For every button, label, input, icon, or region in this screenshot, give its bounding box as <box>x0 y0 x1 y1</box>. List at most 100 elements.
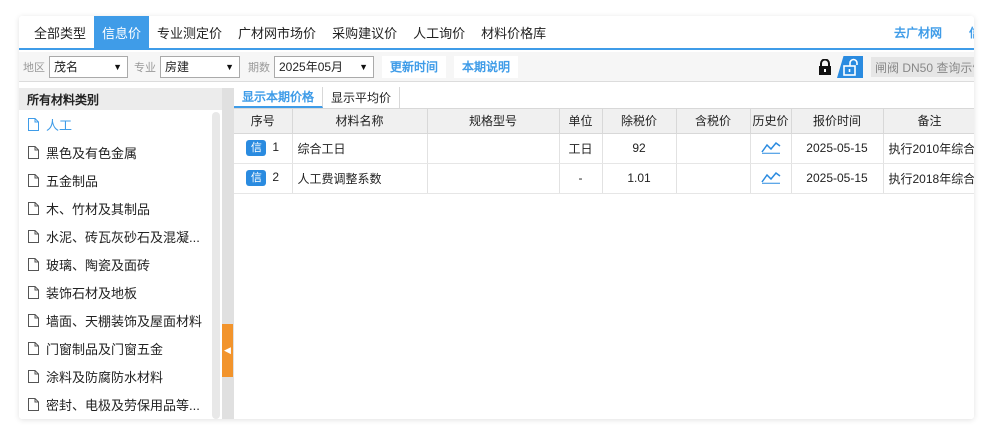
main-panel: 显示本期价格 显示平均价 序号 材料名称 规格型号 单位 除税价 含税价 历史价 报价时间 备注… <box>234 87 974 419</box>
collapse-handle[interactable]: ◀ <box>222 324 233 377</box>
sidebar-item[interactable]: 水泥、砖瓦灰砂石及混凝... <box>19 222 222 250</box>
sidebar-item-label: 密封、电极及劳保用品等... <box>46 397 200 413</box>
period-notes-button[interactable]: 本期说明 <box>454 55 519 78</box>
tab-info-price[interactable]: 信息价 <box>94 16 150 48</box>
document-icon <box>28 341 39 355</box>
sidebar-item-label: 水泥、砖瓦灰砂石及混凝... <box>46 229 200 245</box>
remark-cell: 执行2010年综合定额 <box>883 133 974 164</box>
column-header[interactable]: 备注 <box>883 109 974 134</box>
trend-chart-icon[interactable] <box>760 140 781 154</box>
document-icon <box>28 369 39 383</box>
major-select[interactable]: 房建 ▼ <box>160 55 240 78</box>
category-list: 人工黑色及有色金属五金制品木、竹材及其制品水泥、砖瓦灰砂石及混凝... 玻璃、陶瓷… <box>19 110 222 418</box>
spec-cell <box>427 163 560 194</box>
column-header[interactable]: 含税价 <box>676 109 751 134</box>
price-ex-tax-cell: 1.01 <box>602 163 677 194</box>
document-icon <box>28 257 39 271</box>
top-nav: 全部类型 信息价 专业测定价 广材网市场价 采购建议价 人工询价 材料价格库 去… <box>19 16 974 50</box>
sidebar-item[interactable]: 装饰石材及地板 <box>19 278 222 306</box>
sidebar-item-label: 木、竹材及其制品 <box>46 201 151 217</box>
period-select[interactable]: 2025年05月 ▼ <box>274 55 374 78</box>
chevron-down-icon: ▼ <box>113 61 122 72</box>
filter-bar: 地区 茂名 ▼ 专业 房建 ▼ 期数 2025年05月 ▼ 更新时间 本期说明 <box>19 52 974 82</box>
column-header[interactable]: 规格型号 <box>427 109 560 134</box>
unit-cell: - <box>559 163 603 194</box>
nav-more-link[interactable]: 信 <box>969 16 974 48</box>
price-table: 序号 材料名称 规格型号 单位 除税价 含税价 历史价 报价时间 备注 信 1 综合工日 工日 92 20… <box>234 109 974 194</box>
sidebar-item[interactable]: 五金制品 <box>19 166 222 194</box>
material-name-cell: 综合工日 <box>292 133 428 164</box>
sidebar-item-label: 装饰石材及地板 <box>46 285 138 301</box>
sidebar-item[interactable]: 密封、电极及劳保用品等... <box>19 390 222 418</box>
major-value: 房建 <box>165 60 190 74</box>
tab-labor-inquiry[interactable]: 人工询价 <box>405 16 473 48</box>
sidebar-item-label: 涂料及防腐防水材料 <box>46 369 164 385</box>
update-time-button[interactable]: 更新时间 <box>382 55 447 78</box>
sidebar-item[interactable]: 人工 <box>19 110 222 138</box>
column-header[interactable]: 材料名称 <box>292 109 428 134</box>
price-subtabs: 显示本期价格 显示平均价 <box>234 87 974 109</box>
document-icon <box>28 285 39 299</box>
sidebar-item-label: 黑色及有色金属 <box>46 145 138 161</box>
column-header[interactable]: 报价时间 <box>791 109 884 134</box>
tab-market-price[interactable]: 广材网市场价 <box>230 16 324 48</box>
table-row[interactable]: 信1综合工日 工日92 2025-05-15执行2010年综合定额 <box>234 133 974 164</box>
column-header[interactable]: 除税价 <box>602 109 677 134</box>
document-icon <box>28 229 39 243</box>
region-value: 茂名 <box>54 60 79 74</box>
sidebar-item[interactable]: 木、竹材及其制品 <box>19 194 222 222</box>
row-number-cell: 信2 <box>234 163 293 194</box>
history-price-cell[interactable] <box>750 133 792 164</box>
row-number-cell: 信1 <box>234 133 293 164</box>
chevron-left-icon: ◀ <box>224 345 231 355</box>
sidebar-header: 所有材料类别 <box>19 88 222 110</box>
price-in-tax-cell <box>676 133 751 164</box>
sidebar-item-label: 门窗制品及门窗五金 <box>46 341 164 357</box>
tab-professional-price[interactable]: 专业测定价 <box>149 16 230 48</box>
document-icon <box>28 145 39 159</box>
sidebar-item-label: 玻璃、陶瓷及面砖 <box>46 257 151 273</box>
lock-icon[interactable] <box>814 56 836 78</box>
sidebar-item[interactable]: 玻璃、陶瓷及面砖 <box>19 250 222 278</box>
column-header[interactable]: 历史价 <box>750 109 792 134</box>
unlock-icon[interactable] <box>837 56 863 78</box>
document-icon <box>28 201 39 215</box>
table-row[interactable]: 信2人工费调整系数-1.012025-05-15执行2018年综合定额 <box>234 163 974 194</box>
price-in-tax-cell <box>676 163 751 194</box>
major-label: 专业 <box>134 61 156 74</box>
column-header[interactable]: 序号 <box>234 109 293 134</box>
table-header: 序号 材料名称 规格型号 单位 除税价 含税价 历史价 报价时间 备注 <box>234 109 974 134</box>
document-icon <box>28 397 39 411</box>
material-name-cell: 人工费调整系数 <box>292 163 428 194</box>
tab-average-price[interactable]: 显示平均价 <box>323 87 401 108</box>
info-badge: 信 <box>246 140 267 156</box>
row-number: 2 <box>272 170 280 185</box>
tab-material-library[interactable]: 材料价格库 <box>473 16 554 48</box>
trend-chart-icon[interactable] <box>760 170 781 184</box>
quote-date-cell: 2025-05-15 <box>791 133 884 164</box>
go-guangcai-link[interactable]: 去广材网 <box>894 16 942 48</box>
price-ex-tax-cell: 92 <box>602 133 677 164</box>
sidebar-item-label: 人工 <box>46 117 73 133</box>
sidebar-item[interactable]: 黑色及有色金属 <box>19 138 222 166</box>
sidebar-item[interactable]: 涂料及防腐防水材料 <box>19 362 222 390</box>
tab-purchase-suggestion[interactable]: 采购建议价 <box>324 16 405 48</box>
column-header[interactable]: 单位 <box>559 109 603 134</box>
category-sidebar: 所有材料类别 人工黑色及有色金属五金制品木、竹材及其制品水泥、砖瓦灰砂石及混凝.… <box>19 88 222 419</box>
sidebar-item-label: 墙面、天棚装饰及屋面材料 <box>46 313 203 329</box>
sidebar-scrollbar[interactable] <box>212 112 220 419</box>
tab-current-price[interactable]: 显示本期价格 <box>234 87 324 108</box>
unit-cell: 工日 <box>559 133 603 164</box>
document-icon <box>28 173 39 187</box>
period-label: 期数 <box>248 61 270 74</box>
spec-cell <box>427 133 560 164</box>
document-icon <box>28 313 39 327</box>
tab-all-types[interactable]: 全部类型 <box>19 16 94 48</box>
region-select[interactable]: 茂名 ▼ <box>49 55 128 78</box>
chevron-down-icon: ▼ <box>225 61 234 72</box>
sidebar-item[interactable]: 门窗制品及门窗五金 <box>19 334 222 362</box>
search-hint[interactable]: 闸阀 DN50 查询示例 <box>871 57 974 77</box>
period-value: 2025年05月 <box>279 60 344 74</box>
sidebar-item[interactable]: 墙面、天棚装饰及屋面材料 <box>19 306 222 334</box>
history-price-cell[interactable] <box>750 163 792 194</box>
